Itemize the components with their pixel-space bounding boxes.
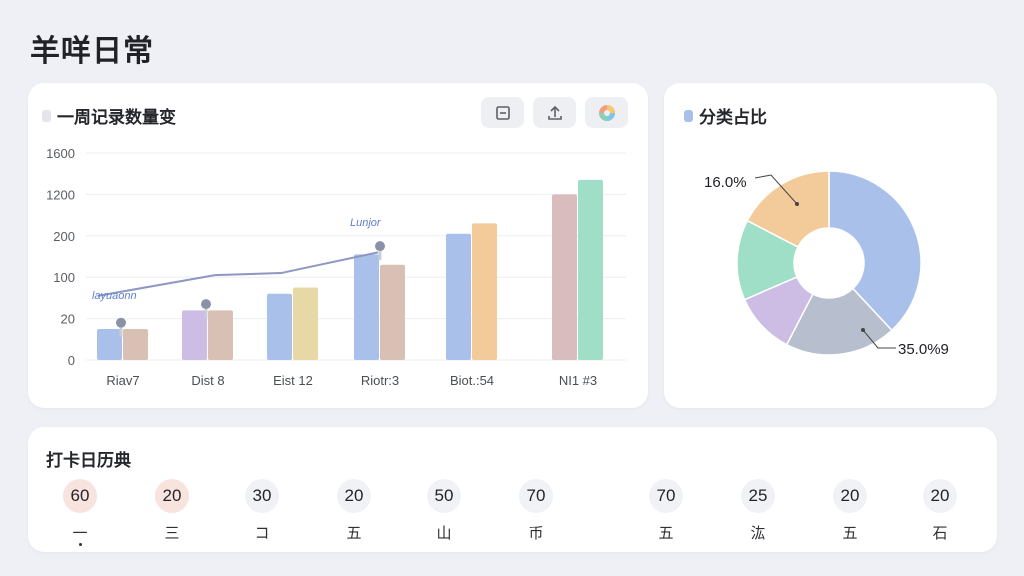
annotation-label: layuaonn — [92, 290, 137, 302]
day-label: 币 — [528, 525, 544, 542]
pie-label: 35.0%9 — [898, 341, 949, 358]
day-count-badge: 50 — [427, 479, 461, 513]
bar[interactable] — [552, 194, 577, 360]
weekly-records-card: 1600 1200 200 100 20 0 Riav7 Dist 8 Eist 12 Riotr… — [28, 83, 648, 408]
x-category-label: Riav7 — [106, 373, 139, 388]
x-category-label: Riotr:3 — [361, 373, 399, 388]
pie-label: 16.0% — [704, 174, 747, 191]
checkin-day[interactable]: 70 五 — [636, 479, 696, 543]
bar[interactable] — [380, 264, 405, 360]
checkin-day[interactable]: 50 山 — [414, 479, 474, 543]
y-tick-label: 20 — [61, 312, 75, 327]
day-count-badge: 20 — [337, 479, 371, 513]
x-category-label: NI1 #3 — [559, 373, 597, 388]
day-label: 五 — [658, 525, 674, 542]
bar[interactable] — [472, 223, 497, 360]
checkin-day[interactable]: 20 三 — [142, 479, 202, 543]
day-count-badge: 20 — [155, 479, 189, 513]
bar-card-title-text: 一周记录数量变 — [57, 108, 176, 127]
weekly-records-chart: 16001200200100200Riav7 Dist 8 Eist 12 Riotr… — [46, 146, 626, 388]
data-point-marker[interactable] — [375, 241, 385, 252]
palette-icon — [598, 104, 615, 121]
data-point-marker[interactable] — [201, 299, 211, 310]
checkin-days: 60 一 20 三 30 コ 20 五 50 山 70 币 70 五 25 汯 20 五 20 石 — [28, 479, 997, 549]
trend-line — [97, 251, 379, 297]
day-count-badge: 60 — [63, 479, 97, 513]
day-label: 五 — [842, 525, 858, 542]
bar[interactable] — [293, 287, 318, 360]
pie-card-title-text: 分类占比 — [699, 108, 767, 127]
pie-card-title: 分类占比 — [684, 103, 767, 128]
y-tick-label: 100 — [53, 270, 75, 285]
checkin-day[interactable]: 60 一 — [50, 479, 110, 546]
checkin-day[interactable]: 25 汯 — [728, 479, 788, 543]
day-count-badge: 25 — [741, 479, 775, 513]
day-label: 五 — [346, 525, 362, 542]
day-count-badge: 70 — [519, 479, 553, 513]
checkin-day[interactable]: 30 コ — [232, 479, 292, 543]
bar[interactable] — [208, 310, 233, 360]
day-label: コ — [254, 525, 270, 542]
checkin-day[interactable]: 20 石 — [910, 479, 970, 543]
day-label: 石 — [932, 525, 948, 542]
checkin-day[interactable]: 20 五 — [324, 479, 384, 543]
checkin-day[interactable]: 20 五 — [820, 479, 880, 543]
bar[interactable] — [97, 328, 122, 360]
day-count-badge: 20 — [923, 479, 957, 513]
data-point-marker[interactable] — [116, 317, 126, 328]
y-tick-label: 200 — [53, 229, 75, 244]
day-label: 一 — [72, 525, 88, 542]
share-icon — [547, 105, 562, 120]
day-label: 三 — [164, 525, 180, 542]
checkin-day[interactable]: 70 币 — [506, 479, 566, 543]
leader-dot — [861, 328, 865, 332]
bar[interactable] — [578, 179, 603, 360]
table-view-icon — [495, 105, 510, 120]
bar[interactable] — [123, 328, 148, 360]
y-tick-label: 1600 — [46, 146, 75, 161]
chart-toolbar — [481, 97, 628, 128]
bar-card-title: 一周记录数量变 — [42, 103, 176, 128]
day-count-badge: 70 — [649, 479, 683, 513]
title-marker — [684, 109, 693, 122]
x-category-label: Biot.:54 — [450, 373, 494, 388]
bar[interactable] — [354, 254, 379, 360]
x-category-label: Dist 8 — [191, 373, 224, 388]
bar[interactable] — [446, 233, 471, 360]
day-count-badge: 20 — [833, 479, 867, 513]
title-marker — [42, 109, 51, 122]
palette-button[interactable] — [585, 97, 628, 128]
annotation-label: Lunjor — [350, 217, 382, 229]
day-label: 山 — [436, 525, 452, 542]
share-button[interactable] — [533, 97, 576, 128]
day-count-badge: 30 — [245, 479, 279, 513]
bar[interactable] — [267, 293, 292, 360]
today-dot — [79, 543, 82, 546]
checkin-title: 打卡日历典 — [46, 451, 131, 470]
category-share-chart: 16.0% 35.0%9 — [704, 170, 949, 358]
x-category-label: Eist 12 — [273, 373, 313, 388]
table-view-button[interactable] — [481, 97, 524, 128]
y-tick-label: 0 — [68, 353, 75, 368]
checkin-calendar-card: 打卡日历典 60 一 20 三 30 コ 20 五 50 山 70 币 70 五 25 汯 20 五 20 石 — [28, 427, 997, 552]
app-title: 羊咩日常 — [30, 35, 154, 68]
bar[interactable] — [182, 310, 207, 360]
category-share-card: 16.0% 35.0%9 分类占比 — [664, 83, 997, 408]
y-tick-label: 1200 — [46, 187, 75, 202]
day-label: 汯 — [750, 525, 766, 542]
leader-dot — [795, 202, 799, 206]
